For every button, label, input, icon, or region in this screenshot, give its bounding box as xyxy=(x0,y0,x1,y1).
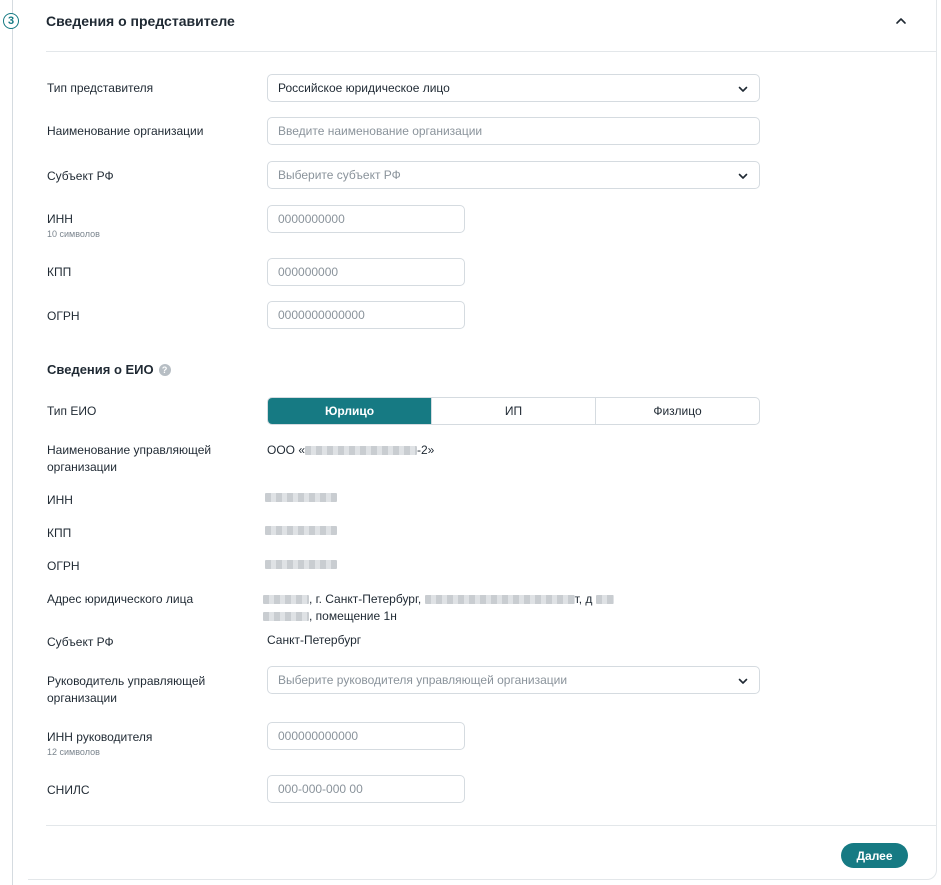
head-inn-label-text: ИНН руководителя xyxy=(47,730,153,744)
region-label: Субъект РФ xyxy=(47,169,114,183)
eio-section-title: Сведения о ЕИО ? xyxy=(47,362,171,377)
address-value: , г. Санкт-Петербург, т, д , помещение 1… xyxy=(263,591,683,625)
address-part3: , помещение 1н xyxy=(309,609,397,623)
head-placeholder: Выберите руководителя управляющей органи… xyxy=(278,673,568,687)
org-name-label: Наименование организации xyxy=(47,124,204,138)
address-part1: , г. Санкт-Петербург, xyxy=(309,592,422,606)
eio-region-label: Субъект РФ xyxy=(47,635,114,649)
next-button[interactable]: Далее xyxy=(841,843,908,868)
inn-hint: 10 символов xyxy=(47,229,100,239)
chevron-down-icon xyxy=(738,86,748,92)
eio-ogrn-redacted xyxy=(265,560,337,569)
eio-region-value: Санкт-Петербург xyxy=(267,633,362,647)
chevron-up-icon[interactable] xyxy=(894,14,908,28)
region-placeholder: Выберите субъект РФ xyxy=(278,168,401,182)
chevron-down-icon xyxy=(738,678,748,684)
kpp-input[interactable] xyxy=(267,258,465,286)
section-header-divider xyxy=(46,51,937,52)
ogrn-label: ОГРН xyxy=(47,309,80,323)
eio-kpp-redacted xyxy=(265,526,337,535)
step-number-badge: 3 xyxy=(3,13,19,29)
eio-title-text: Сведения о ЕИО xyxy=(47,362,154,377)
head-inn-input[interactable] xyxy=(267,722,465,750)
redacted-text xyxy=(424,595,575,605)
inn-input[interactable] xyxy=(267,205,465,233)
eio-type-label: Тип ЕИО xyxy=(47,404,97,418)
org-name-input[interactable] xyxy=(267,117,760,145)
help-icon[interactable]: ? xyxy=(158,363,171,376)
eio-ogrn-label: ОГРН xyxy=(47,559,80,573)
eio-type-toggle: Юрлицо ИП Физлицо xyxy=(267,397,760,425)
chevron-down-icon xyxy=(738,173,748,179)
representative-type-label: Тип представителя xyxy=(47,81,154,95)
address-part2: т, д xyxy=(574,592,593,606)
section-title: Сведения о представителе xyxy=(46,13,235,29)
eio-type-legal-entity[interactable]: Юрлицо xyxy=(268,398,431,424)
redacted-text xyxy=(595,595,614,605)
address-label: Адрес юридического лица xyxy=(47,592,194,606)
region-select[interactable]: Выберите субъект РФ xyxy=(267,161,760,189)
redacted-text xyxy=(263,612,309,622)
page: 3 Сведения о представителе Тип представи… xyxy=(0,0,941,885)
footer-divider xyxy=(46,825,937,826)
head-label: Руководитель управляющей организации xyxy=(47,674,206,705)
head-select[interactable]: Выберите руководителя управляющей органи… xyxy=(267,666,760,694)
redacted-text xyxy=(305,446,418,456)
snils-label: СНИЛС xyxy=(47,783,90,797)
mgmt-org-label: Наименование управляющей организации xyxy=(47,443,212,474)
step-rail xyxy=(12,0,13,885)
redacted-text xyxy=(263,595,309,605)
mgmt-org-suffix: -2» xyxy=(417,443,435,457)
kpp-label: КПП xyxy=(47,265,72,279)
mgmt-org-value: ООО « -2» xyxy=(267,442,434,459)
eio-inn-label: ИНН xyxy=(47,493,73,507)
eio-type-individual[interactable]: Физлицо xyxy=(595,398,759,424)
head-inn-label: ИНН руководителя 12 символов xyxy=(47,729,152,758)
inn-label-text: ИНН xyxy=(47,212,73,226)
ogrn-input[interactable] xyxy=(267,301,465,329)
representative-type-value: Российское юридическое лицо xyxy=(278,81,450,95)
eio-type-individual-entrepreneur[interactable]: ИП xyxy=(431,398,595,424)
head-inn-hint: 12 символов xyxy=(47,747,100,757)
mgmt-org-prefix: ООО « xyxy=(267,443,306,457)
representative-type-select[interactable]: Российское юридическое лицо xyxy=(267,74,760,102)
eio-kpp-label: КПП xyxy=(47,526,72,540)
inn-label: ИНН 10 символов xyxy=(47,211,100,240)
snils-input[interactable] xyxy=(267,775,465,803)
eio-inn-redacted xyxy=(265,493,337,502)
